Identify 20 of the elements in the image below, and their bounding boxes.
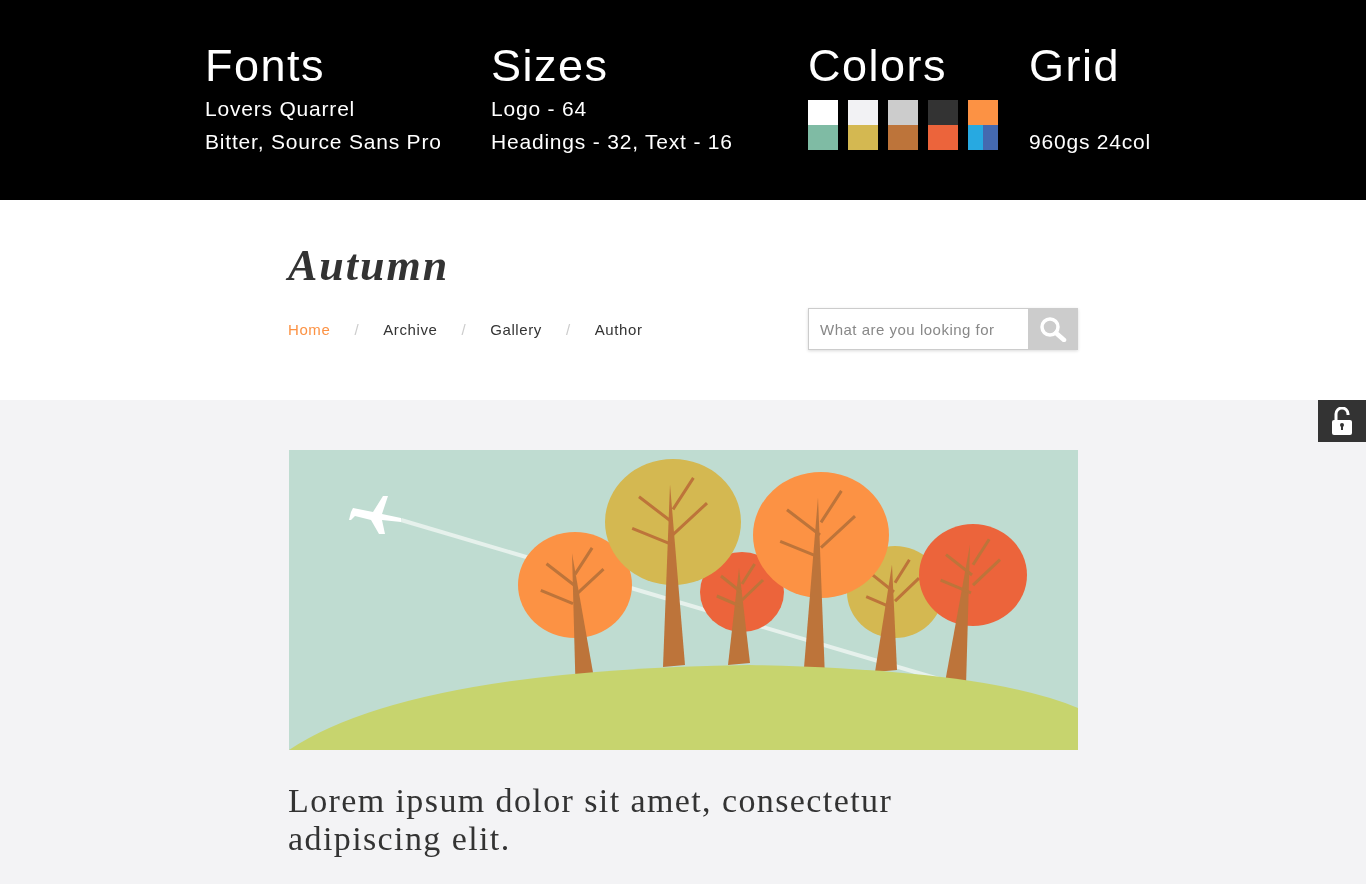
nav-link[interactable]: Author <box>594 320 643 338</box>
nav-separator: / <box>461 320 467 338</box>
nav-separator: / <box>354 320 360 338</box>
nav-separator: / <box>565 320 571 338</box>
search-icon <box>1039 316 1067 342</box>
section-heading: Sizes <box>491 40 610 92</box>
spec-text: Logo - 64 <box>491 96 588 122</box>
spec-text: Bitter, Source Sans Pro <box>205 129 443 155</box>
spec-text: 960gs 24col <box>1029 129 1153 155</box>
article-headline: Lorem ipsum dolor sit amet, consectetur adipiscing elit. <box>288 782 894 858</box>
nav-link[interactable]: Gallery <box>490 320 542 338</box>
nav-link[interactable]: Archive <box>383 320 438 338</box>
section-heading: Grid <box>1029 40 1121 92</box>
padlock-icon <box>1331 407 1353 435</box>
search-field[interactable]: What are you looking for <box>808 308 1028 350</box>
section-heading: Colors <box>808 40 949 92</box>
section-heading: Fonts <box>205 40 327 92</box>
lock-button[interactable] <box>1318 400 1366 442</box>
spec-text: Lovers Quarrel <box>205 96 357 122</box>
spec-text: Headings - 32, Text - 16 <box>491 129 734 155</box>
